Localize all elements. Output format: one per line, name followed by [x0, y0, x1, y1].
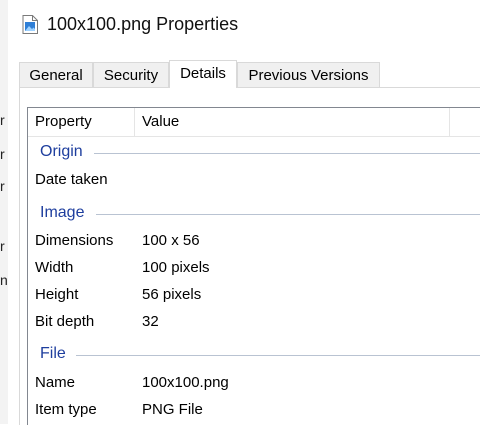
group-heading-origin[interactable]: Origin: [28, 143, 480, 163]
column-divider[interactable]: [449, 108, 450, 136]
background-text-fragment: r: [0, 146, 5, 162]
properties-dialog: 100x100.png Properties General Security …: [8, 0, 480, 425]
background-text-fragment: n: [0, 272, 8, 288]
tab-previous-versions[interactable]: Previous Versions: [237, 62, 380, 87]
list-item[interactable]: Date taken: [28, 169, 480, 193]
property-value: 100 x 56: [142, 232, 200, 249]
property-name: Height: [35, 286, 79, 303]
property-name: Date taken: [35, 171, 108, 188]
property-name: Name: [35, 374, 76, 391]
list-item[interactable]: Dimensions 100 x 56: [28, 230, 480, 254]
group-heading-label: Origin: [40, 143, 83, 160]
window-title: 100x100.png Properties: [47, 14, 239, 34]
background-text-fragment: r: [0, 178, 5, 194]
group-divider-line: [96, 214, 480, 215]
list-item[interactable]: Bit depth 32: [28, 311, 480, 335]
background-text-fragment: r: [0, 238, 5, 254]
property-value: 100x100.png: [142, 374, 229, 391]
property-value: 100 pixels: [142, 259, 210, 276]
property-value: PNG File: [142, 401, 203, 418]
property-name: Width: [35, 259, 74, 276]
list-column-header: Property Value: [28, 108, 480, 137]
tab-details[interactable]: Details: [169, 60, 237, 88]
group-heading-label: File: [40, 345, 66, 362]
group-heading-file[interactable]: File: [28, 345, 480, 365]
property-name: Item type: [35, 401, 97, 418]
group-divider-line: [76, 355, 480, 356]
list-item[interactable]: Height 56 pixels: [28, 284, 480, 308]
column-header-value[interactable]: Value: [142, 108, 179, 136]
tab-strip: General Security Details Previous Versio…: [19, 60, 480, 88]
group-heading-image[interactable]: Image: [28, 204, 480, 224]
list-item[interactable]: Width 100 pixels: [28, 257, 480, 281]
background-text-fragment: r: [0, 112, 5, 128]
column-divider[interactable]: [134, 108, 135, 136]
property-value: 32: [142, 313, 159, 330]
property-value: 56 pixels: [142, 286, 202, 303]
group-divider-line: [94, 153, 480, 154]
tab-security[interactable]: Security: [93, 62, 169, 87]
property-name: Bit depth: [35, 313, 95, 330]
group-heading-label: Image: [40, 204, 85, 221]
list-item[interactable]: Item type PNG File: [28, 399, 480, 423]
title-bar[interactable]: 100x100.png Properties: [8, 0, 480, 52]
property-name: Dimensions: [35, 232, 114, 249]
details-list[interactable]: Property Value Origin Date taken Image D…: [27, 107, 480, 425]
column-header-property[interactable]: Property: [35, 108, 92, 136]
tab-general[interactable]: General: [19, 62, 93, 87]
list-item[interactable]: Name 100x100.png: [28, 372, 480, 396]
image-file-icon: [22, 15, 38, 34]
